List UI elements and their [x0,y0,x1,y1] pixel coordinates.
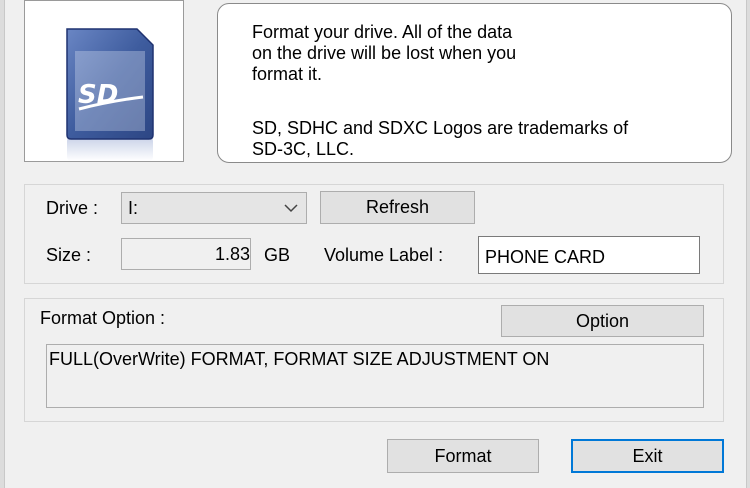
sd-card-icon: SD [66,28,154,161]
chevron-down-icon [284,204,298,213]
size-field: 1.83 [121,238,251,270]
drive-select-value: I: [128,198,139,218]
window-right-frame [746,0,750,488]
sd-card-image: SD [24,0,184,162]
size-label: Size : [46,245,92,265]
info-panel: Format your drive. All of the data on th… [217,3,732,163]
format-option-label: Format Option : [40,308,166,328]
refresh-button[interactable]: Refresh [320,191,475,224]
size-unit: GB [264,245,291,265]
window-left-frame [0,0,5,488]
volume-label-label: Volume Label : [324,245,444,265]
size-value: 1.83 [214,244,250,264]
trademark-text: SD, SDHC and SDXC Logos are trademarks o… [252,118,629,159]
option-button[interactable]: Option [501,305,704,337]
format-option-summary: FULL(OverWrite) FORMAT, FORMAT SIZE ADJU… [46,344,704,408]
format-button[interactable]: Format [387,439,539,473]
drive-select[interactable]: I: [121,192,307,224]
format-warning-text: Format your drive. All of the data on th… [252,22,517,84]
exit-button[interactable]: Exit [571,439,724,473]
volume-label-input[interactable] [478,236,700,274]
drive-label: Drive : [46,198,99,218]
